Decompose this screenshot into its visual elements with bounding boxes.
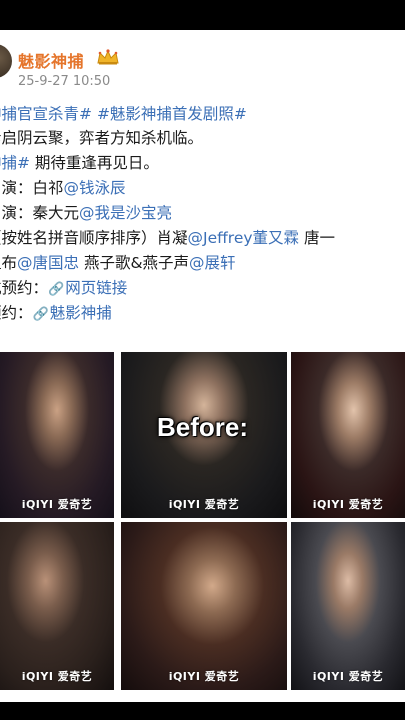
mention-link[interactable]: @钱泳辰 — [64, 179, 126, 197]
hashtag-link[interactable]: 神捕官宣杀青# — [0, 105, 92, 123]
iqiyi-watermark: iQIYI 爱奇艺 — [312, 498, 384, 511]
post-line: （按姓名拼音顺序排序）肖凝@Jeffrey董又霖 唐一 — [0, 226, 335, 251]
post-line: 彦启阴云聚，弈者方知杀机临。 — [0, 126, 203, 151]
post-line: 出演：白祁@钱泳辰 — [0, 176, 126, 201]
post-text: 彦启阴云聚，弈者方知杀机临。 — [0, 129, 204, 147]
post-line: 出演：秦大元@我是沙宝亮 — [0, 201, 172, 226]
post-line: 神捕# 期待重逢再见日。 — [0, 151, 159, 176]
post-text: （按姓名拼音顺序排序）肖凝 — [0, 229, 188, 247]
mention-link[interactable]: @展轩 — [189, 254, 236, 272]
post-line: 温布@唐国忠 燕子歌&燕子声@展轩 — [0, 251, 236, 276]
post-header: 魅影神捕 25-9-27 10:50 — [0, 38, 405, 98]
post-text: 出演：秦大元 — [0, 204, 80, 222]
mention-link[interactable]: @Jeffrey董又霖 — [188, 229, 300, 247]
phone-screen: 魅影神捕 25-9-27 10:50 神捕官宣杀青# #魅影神捕首发剧照# 彦启阴… — [0, 0, 405, 720]
photo-image — [0, 522, 114, 690]
post-line: 预约：🔗魅影神捕 — [0, 301, 112, 328]
post-text: 温布 — [0, 254, 18, 272]
photo-image — [121, 522, 287, 690]
photo-grid: iQIYI 爱奇艺 iQIYI 爱奇艺 iQIYI 爱奇艺 iQIYI 爱奇艺 iQIY… — [0, 352, 405, 692]
post-text: 燕子歌&燕子声 — [79, 254, 190, 272]
post-text: 唐一 — [299, 229, 335, 247]
avatar[interactable] — [0, 44, 12, 78]
post-timestamp: 25-9-27 10:50 — [18, 74, 111, 89]
post-text: 亢预约： — [0, 279, 49, 297]
iqiyi-watermark: iQIYI 爱奇艺 — [168, 498, 240, 511]
post-line: 亢预约：🔗网页链接 — [0, 276, 127, 303]
post-line: 神捕官宣杀青# #魅影神捕首发剧照# — [0, 102, 247, 127]
bottom-black-bar — [0, 702, 405, 720]
photo-image — [291, 522, 405, 690]
iqiyi-watermark: iQIYI 爱奇艺 — [168, 670, 240, 683]
weibo-post: 魅影神捕 25-9-27 10:50 神捕官宣杀青# #魅影神捕首发剧照# 彦启阴… — [0, 30, 405, 702]
overlay-caption: Before: — [156, 412, 248, 442]
web-link[interactable]: 魅影神捕 — [50, 304, 112, 322]
iqiyi-watermark: iQIYI 爱奇艺 — [21, 498, 93, 511]
top-black-bar — [0, 0, 405, 30]
mention-link[interactable]: @唐国忠 — [17, 254, 79, 272]
author-name[interactable]: 魅影神捕 — [18, 48, 84, 72]
link-icon: 🔗 — [32, 307, 49, 322]
hashtag-link[interactable]: #魅影神捕首发剧照# — [97, 105, 247, 123]
web-link[interactable]: 网页链接 — [65, 279, 127, 297]
post-text: 出演：白祁 — [0, 179, 64, 197]
photo-tile[interactable]: iQIYI 爱奇艺 — [291, 522, 405, 690]
crown-icon — [97, 49, 119, 65]
hashtag-link[interactable]: 神捕# — [0, 154, 30, 172]
iqiyi-watermark: iQIYI 爱奇艺 — [312, 670, 384, 683]
photo-tile[interactable]: iQIYI 爱奇艺 — [121, 522, 287, 690]
post-text: 期待重逢再见日。 — [30, 154, 159, 172]
mention-link[interactable]: @我是沙宝亮 — [79, 204, 172, 222]
photo-tile[interactable]: iQIYI 爱奇艺 — [0, 522, 114, 690]
link-icon: 🔗 — [48, 282, 65, 297]
iqiyi-watermark: iQIYI 爱奇艺 — [21, 670, 93, 683]
post-text: 预约： — [0, 304, 33, 322]
